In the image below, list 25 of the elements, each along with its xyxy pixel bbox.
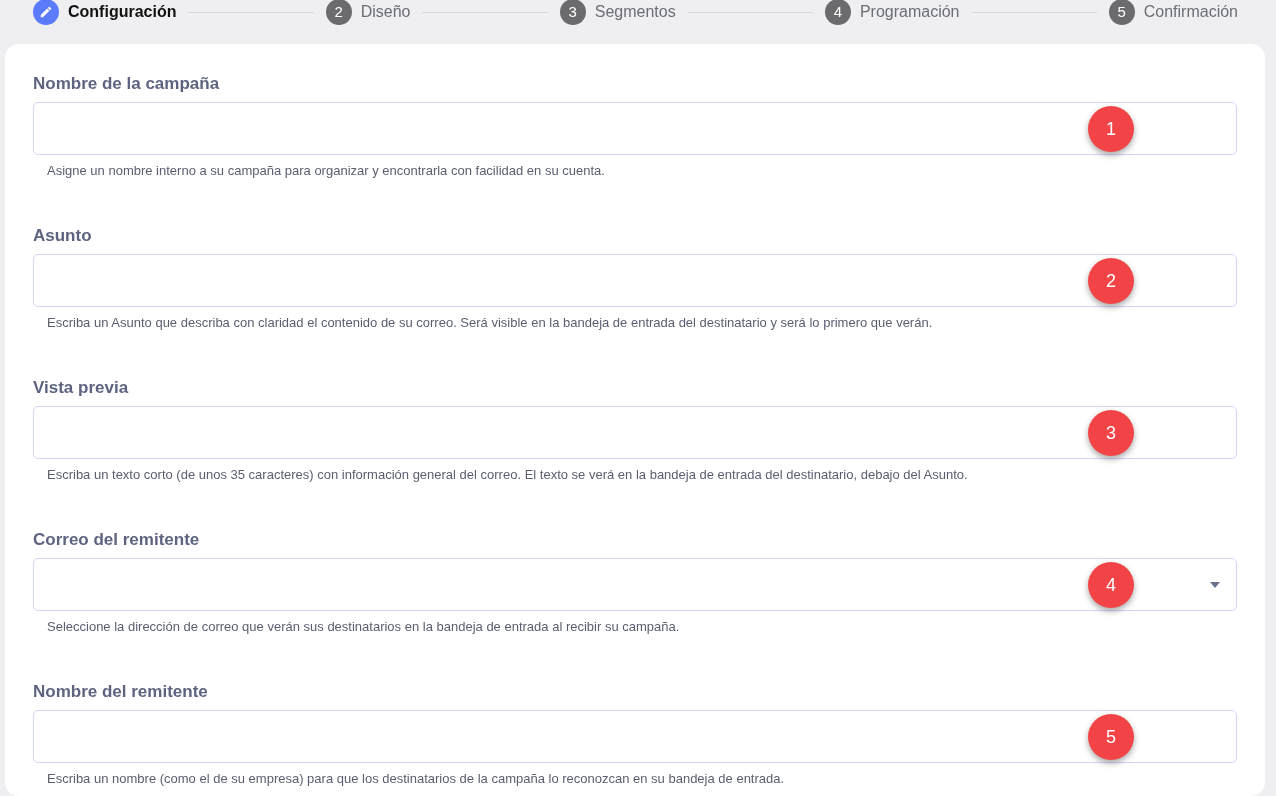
step-label[interactable]: Programación: [859, 0, 960, 24]
input-field[interactable]: [33, 406, 1237, 459]
field-label: Correo del remitente: [33, 530, 201, 550]
step-number: 2: [325, 0, 352, 25]
input-field[interactable]: [33, 102, 1237, 155]
step-number: 4: [824, 0, 851, 25]
input-field[interactable]: [33, 710, 1237, 763]
step-label[interactable]: Configuración: [68, 0, 177, 24]
caret-down-icon: [1210, 581, 1220, 588]
step-label[interactable]: Diseño: [360, 0, 411, 24]
help-text: Asigne un nombre interno a su campaña para organizar y encontrarla con facilidad en su cuenta.: [47, 163, 606, 179]
field-label: Asunto: [33, 226, 93, 246]
help-text: Escriba un Asunto que describa con claridad el contenido de su correo. Será visible en la bandeja de entrada del destinatario y será lo primero que verán.: [47, 315, 934, 331]
step-number: 5: [1108, 0, 1135, 25]
input-field[interactable]: [33, 254, 1237, 307]
field-label: Nombre del remitente: [33, 682, 209, 702]
sender-email-dropdown[interactable]: [33, 558, 1237, 611]
step-number: 3: [559, 0, 586, 25]
field-label: Nombre de la campaña: [33, 74, 221, 94]
step-label[interactable]: Segmentos: [594, 0, 676, 24]
help-text: Escriba un texto corto (de unos 35 caracteres) con información general del correo. El texto se verá en la bandeja de entrada del destinatario, debajo del Asunto.: [47, 467, 969, 483]
step-label[interactable]: Confirmación: [1143, 0, 1238, 24]
field-label: Vista previa: [33, 378, 130, 398]
help-text: Seleccione la dirección de correo que verán sus destinatarios en la bandeja de entrada al recibir su campaña.: [47, 619, 681, 635]
help-text: Escriba un nombre (como el de su empresa) para que los destinatarios de la campaña lo reconozcan en su bandeja de entrada.: [47, 771, 786, 787]
